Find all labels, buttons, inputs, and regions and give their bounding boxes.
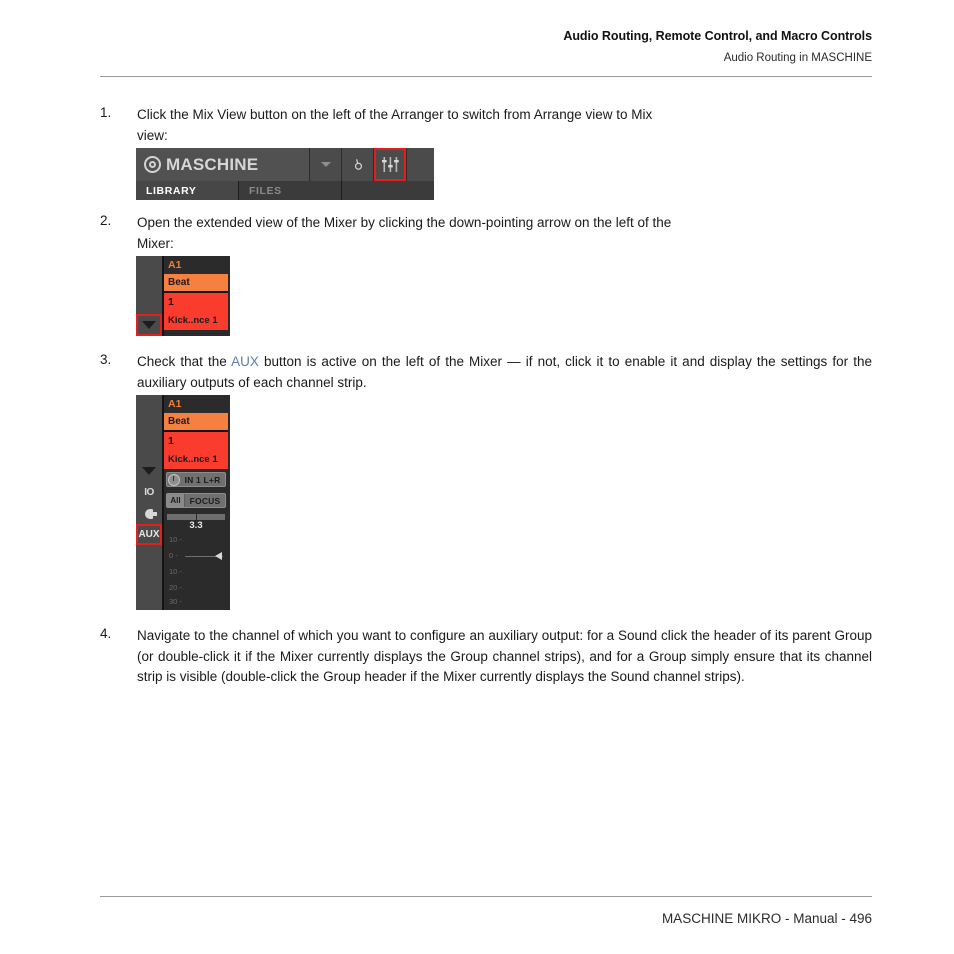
sound-number: 1 xyxy=(164,432,228,449)
step-4-text: Navigate to the channel of which you wan… xyxy=(137,628,872,684)
input-source-selector[interactable]: IN 1 L+R xyxy=(166,472,226,487)
step-2-line-2: Mixer: xyxy=(137,235,174,251)
group-label: A1 xyxy=(164,256,228,274)
plug-button[interactable] xyxy=(136,503,162,524)
maschine-logo: MASCHINE xyxy=(136,148,310,181)
channel-strip[interactable]: A1 Beat 1 Kick..nce 1 xyxy=(162,256,228,336)
step-1-number: 1. xyxy=(100,105,112,120)
focus-label: FOCUS xyxy=(189,495,221,506)
fader-scale: 10 - 0 - 10 - 20 - 30 - xyxy=(167,534,225,606)
footer-text: MASCHINE MIKRO - Manual - 496 xyxy=(661,911,872,926)
sound-number: 1 xyxy=(164,293,228,310)
chevron-down-icon xyxy=(320,162,331,167)
footer-divider xyxy=(100,896,872,897)
maschine-logo-text: MASCHINE xyxy=(166,155,259,174)
sound-name[interactable]: Kick..nce 1 xyxy=(164,310,228,330)
mixer-left-toolbar-large: IO AUX xyxy=(136,395,162,610)
knob-icon[interactable] xyxy=(168,473,180,486)
toolbar-search-button[interactable]: ☌ xyxy=(342,148,374,181)
mix-view-button[interactable] xyxy=(374,148,407,181)
tab-row-empty-area xyxy=(342,181,434,200)
group-name[interactable]: Beat xyxy=(164,274,228,293)
concentric-circle-icon xyxy=(144,156,161,173)
focus-selector[interactable]: All FOCUS xyxy=(166,493,226,508)
triangle-down-icon xyxy=(142,321,156,329)
mixer-left-toolbar xyxy=(136,256,162,336)
step-4-number: 4. xyxy=(100,626,112,641)
sound-name[interactable]: Kick..nce 1 xyxy=(164,449,228,469)
page-header: Audio Routing, Remote Control, and Macro… xyxy=(100,28,872,66)
fader-handle[interactable] xyxy=(215,552,222,560)
step-3-text-before: Check that the xyxy=(137,354,232,369)
mixer-collapse-button[interactable] xyxy=(136,460,162,482)
tab-files[interactable]: FILES xyxy=(239,181,342,200)
step-2-text: Open the extended view of the Mixer by c… xyxy=(137,213,872,254)
step-3: 3. Check that the AUX button is active o… xyxy=(100,352,872,393)
scale-label-0: 10 - xyxy=(169,535,182,544)
header-divider xyxy=(100,76,872,77)
maschine-toolbar-screenshot: MASCHINE ☌ LIBRARY FILES xyxy=(136,148,434,200)
input-routing-row: IN 1 L+R xyxy=(164,469,228,490)
magnifier-icon: ☌ xyxy=(348,155,367,174)
toolbar-empty-area xyxy=(407,148,434,181)
mixer-sliders-icon xyxy=(381,157,399,172)
scale-label-2: 10 - xyxy=(169,567,182,576)
io-button[interactable]: IO xyxy=(136,482,162,503)
step-1: 1. Click the Mix View button on the left… xyxy=(100,105,872,146)
toolbar-dropdown-button[interactable] xyxy=(310,148,342,181)
input-source-label: IN 1 L+R xyxy=(184,474,221,485)
triangle-down-icon xyxy=(142,467,156,475)
aux-button[interactable]: AUX xyxy=(136,524,162,545)
plug-icon xyxy=(143,508,157,519)
io-icon: IO xyxy=(144,487,154,498)
scale-label-1: 0 - xyxy=(169,551,178,560)
step-3-text: Check that the AUX button is active on t… xyxy=(137,352,872,393)
fader-value: 3.3 xyxy=(189,520,203,531)
group-name[interactable]: Beat xyxy=(164,413,228,432)
aux-link: AUX xyxy=(231,354,259,369)
mixer-expand-button[interactable] xyxy=(136,314,162,336)
toolbar-top-row: MASCHINE ☌ xyxy=(136,148,434,181)
focus-all-label[interactable]: All xyxy=(167,494,185,507)
step-1-line-2: view: xyxy=(137,127,168,143)
mixer-screenshot-small: A1 Beat 1 Kick..nce 1 xyxy=(136,256,230,336)
step-1-text: Click the Mix View button on the left of… xyxy=(137,105,872,146)
scale-label-4: 30 - xyxy=(169,597,182,606)
header-subtitle: Audio Routing in MASCHINE xyxy=(723,52,872,64)
focus-row: All FOCUS xyxy=(164,490,228,511)
step-2-line-1: Open the extended view of the Mixer by c… xyxy=(137,215,672,230)
fader-section: 3.3 10 - 0 - 10 - 20 - 30 - xyxy=(164,511,228,610)
tab-library[interactable]: LIBRARY xyxy=(136,181,239,200)
toolbar-tab-row: LIBRARY FILES xyxy=(136,181,434,200)
group-label: A1 xyxy=(164,395,228,413)
mixer-screenshot-large: IO AUX A1 Beat 1 Kick..nce 1 IN 1 L+R Al… xyxy=(136,395,230,610)
header-title: Audio Routing, Remote Control, and Macro… xyxy=(563,29,872,43)
scale-label-3: 20 - xyxy=(169,583,182,592)
aux-button-label: AUX xyxy=(138,529,160,540)
step-1-line-1: Click the Mix View button on the left of… xyxy=(137,107,653,122)
step-2: 2. Open the extended view of the Mixer b… xyxy=(100,213,872,254)
step-4: 4. Navigate to the channel of which you … xyxy=(100,626,872,688)
channel-strip-large[interactable]: A1 Beat 1 Kick..nce 1 IN 1 L+R All FOCUS… xyxy=(162,395,228,610)
step-3-number: 3. xyxy=(100,352,112,367)
step-2-number: 2. xyxy=(100,213,112,228)
